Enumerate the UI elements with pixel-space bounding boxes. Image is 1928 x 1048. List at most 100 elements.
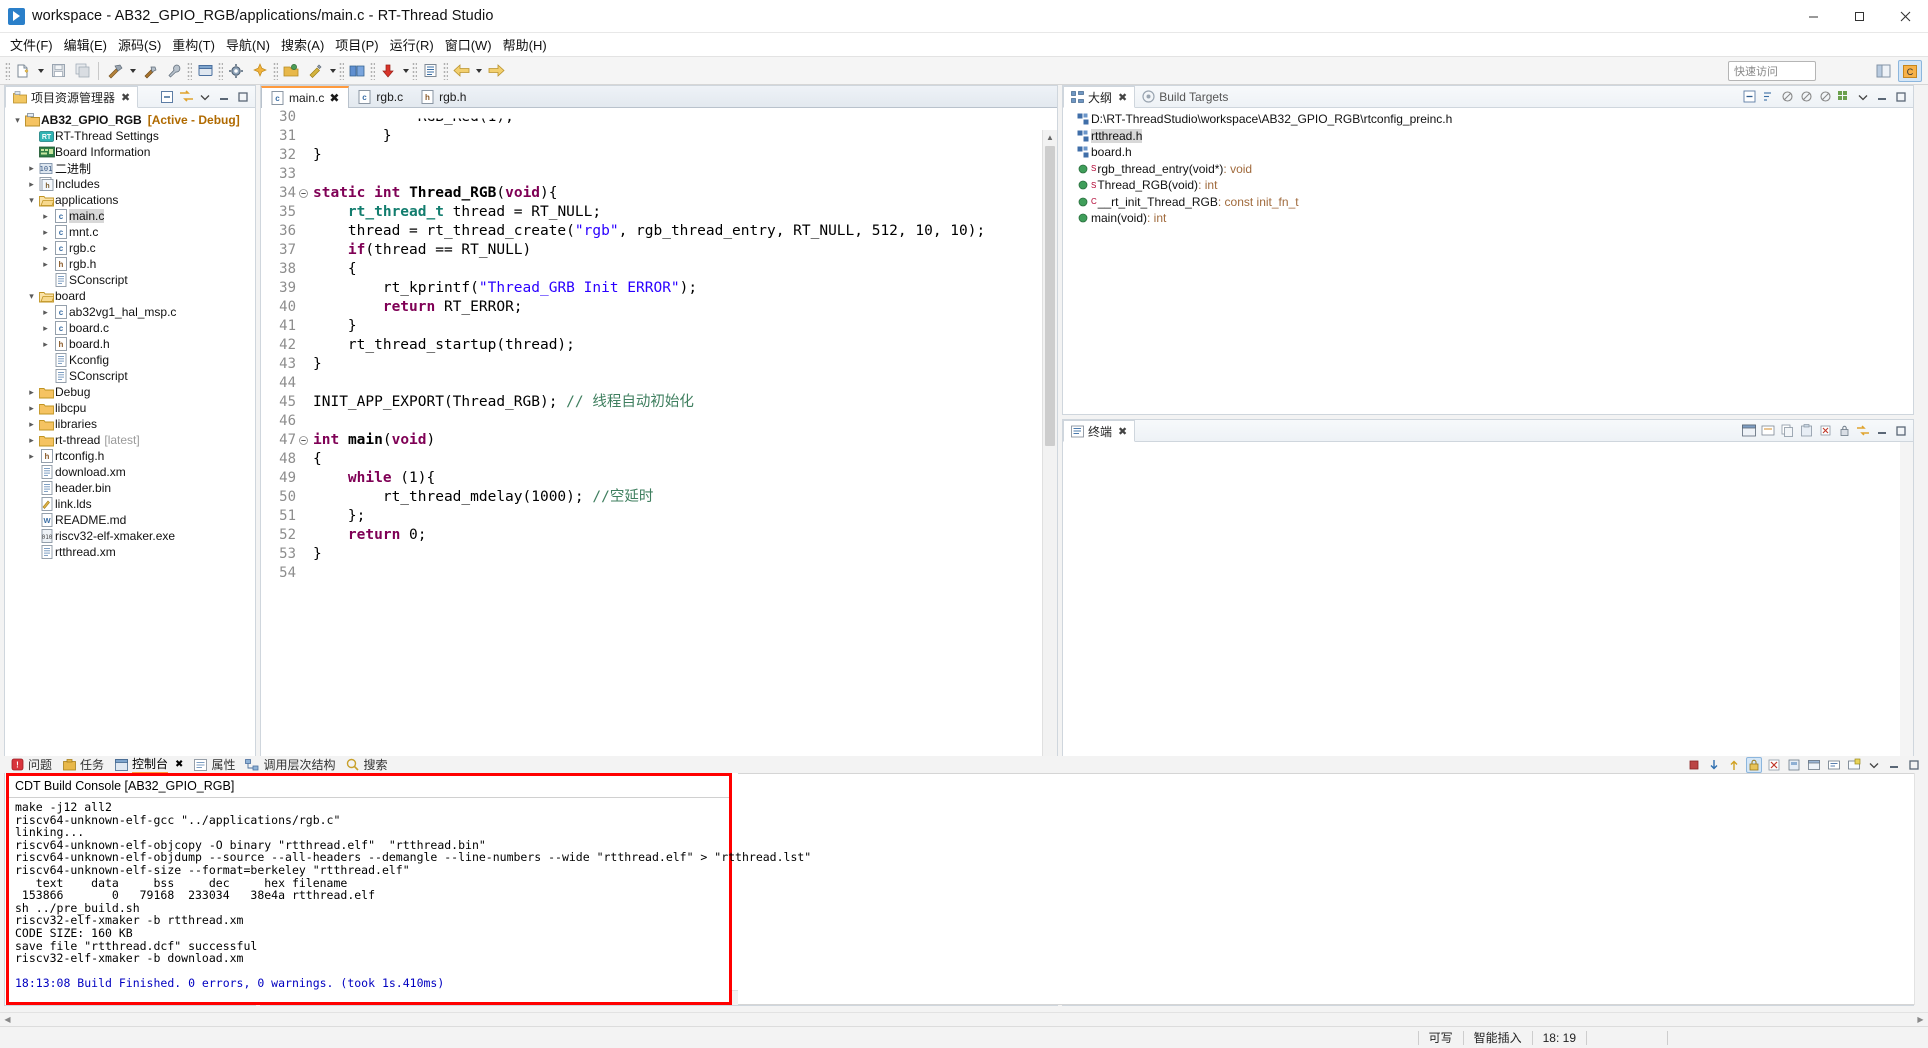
code-line[interactable]: 45 INIT_APP_EXPORT(Thread_RGB); // 线程自动初始… (261, 393, 1042, 412)
toolbar-drag-handle-4[interactable] (273, 61, 278, 80)
code-line[interactable]: 53} (261, 545, 1042, 564)
open-console-icon[interactable] (1826, 757, 1842, 773)
new-file-icon[interactable] (12, 60, 34, 82)
display-console-icon[interactable] (1806, 757, 1822, 773)
collapse-all-icon[interactable] (159, 89, 175, 105)
tree-item-readme.md[interactable]: W README.md (5, 512, 255, 528)
paste-icon[interactable] (1798, 423, 1814, 439)
tree-item-rgb.h[interactable]: h rgb.h (5, 256, 255, 272)
expand-arrow-icon[interactable] (25, 291, 38, 302)
menu-window[interactable]: 窗口(W) (445, 33, 503, 56)
minimize-button[interactable] (1790, 0, 1836, 33)
menu-run[interactable]: 运行(R) (390, 33, 445, 56)
view-menu-icon[interactable] (1855, 89, 1871, 105)
minimize-panel-icon[interactable] (1874, 423, 1890, 439)
minimize-panel-icon[interactable] (216, 89, 232, 105)
outline-item[interactable]: rtthread.h (1069, 128, 1913, 145)
clear-console-icon[interactable] (1766, 757, 1782, 773)
tree-item-sconscript[interactable]: SConscript (5, 368, 255, 384)
wrench-icon[interactable] (163, 60, 185, 82)
close-icon[interactable]: ✖ (329, 91, 339, 105)
code-line[interactable]: 36 thread = rt_thread_create("rgb", rgb_… (261, 222, 1042, 241)
tree-item-main.c[interactable]: c main.c (5, 208, 255, 224)
maximize-panel-icon[interactable] (235, 89, 251, 105)
tree-item-download.xm[interactable]: download.xm (5, 464, 255, 480)
outline-item[interactable]: board.h (1069, 144, 1913, 161)
code-line[interactable]: 46 (261, 412, 1042, 431)
toolbar-drag-handle-7[interactable] (412, 61, 417, 80)
copy-icon[interactable] (1779, 423, 1795, 439)
back-dropdown-icon[interactable] (473, 60, 484, 82)
minimize-panel-icon[interactable] (1886, 757, 1902, 773)
clear-terminal-icon[interactable] (1817, 423, 1833, 439)
code-line[interactable]: 43} (261, 355, 1042, 374)
tree-item-board.h[interactable]: h board.h (5, 336, 255, 352)
outline-item[interactable]: C __rt_init_Thread_RGB : const init_fn_t (1069, 194, 1913, 211)
tree-item-board.c[interactable]: c board.c (5, 320, 255, 336)
toolbar-drag-handle-8[interactable] (443, 61, 448, 80)
menu-search[interactable]: 搜索(A) (281, 33, 335, 56)
save-all-icon[interactable] (71, 60, 93, 82)
code-line[interactable]: 40 return RT_ERROR; (261, 298, 1042, 317)
star-icon[interactable] (249, 60, 271, 82)
expand-arrow-icon[interactable] (25, 435, 38, 446)
build-dropdown-icon[interactable] (127, 60, 138, 82)
sort-icon[interactable] (1760, 89, 1776, 105)
tree-item-libraries[interactable]: libraries (5, 416, 255, 432)
code-line[interactable]: 50 rt_thread_mdelay(1000); //空延时 (261, 488, 1042, 507)
fold-collapse-icon[interactable] (299, 189, 311, 198)
package-icon[interactable] (280, 60, 302, 82)
fold-collapse-icon[interactable] (299, 436, 311, 445)
expand-arrow-icon[interactable] (25, 387, 38, 398)
maximize-panel-icon[interactable] (1906, 757, 1922, 773)
console-tab-0[interactable]: ! 问题 (8, 756, 60, 773)
expand-arrow-icon[interactable] (39, 259, 52, 270)
maximize-panel-icon[interactable] (1893, 89, 1909, 105)
code-line[interactable]: 49 while (1){ (261, 469, 1042, 488)
book-icon[interactable] (346, 60, 368, 82)
code-line[interactable]: 41 } (261, 317, 1042, 336)
outline-tree[interactable]: D:\RT-ThreadStudio\workspace\AB32_GPIO_R… (1063, 108, 1913, 227)
outline-item[interactable]: main(void) : int (1069, 210, 1913, 227)
console-tab-3[interactable]: 属性 (191, 756, 243, 773)
tree-item-libcpu[interactable]: libcpu (5, 400, 255, 416)
tree-item-board-information[interactable]: Board Information (5, 144, 255, 160)
tree-item-mnt.c[interactable]: c mnt.c (5, 224, 255, 240)
open-perspective-button[interactable] (1871, 60, 1895, 82)
expand-arrow-icon[interactable] (39, 211, 52, 222)
new-file-dropdown-icon[interactable] (35, 60, 46, 82)
tree-item-rt-thread[interactable]: rt-thread[latest] (5, 432, 255, 448)
code-line[interactable]: 33 (261, 165, 1042, 184)
code-line[interactable]: 47 int main(void) (261, 431, 1042, 450)
tree-item-sconscript[interactable]: SConscript (5, 272, 255, 288)
code-line[interactable]: 39 rt_kprintf("Thread_GRB Init ERROR"); (261, 279, 1042, 298)
code-line[interactable]: 38 { (261, 260, 1042, 279)
hammer-icon[interactable] (104, 60, 126, 82)
outline-item[interactable]: S Thread_RGB(void) : int (1069, 177, 1913, 194)
new-terminal-icon[interactable] (1741, 423, 1757, 439)
menu-help[interactable]: 帮助(H) (503, 33, 558, 56)
terminal-settings-icon[interactable] (1760, 423, 1776, 439)
download-icon[interactable] (377, 60, 399, 82)
pin-console-icon[interactable] (1786, 757, 1802, 773)
quick-access-input[interactable]: 快速访问 (1728, 61, 1816, 81)
hide-fields-icon[interactable] (1779, 89, 1795, 105)
code-line[interactable]: 54 (261, 564, 1042, 583)
close-icon[interactable]: ✖ (1118, 425, 1127, 438)
expand-arrow-icon[interactable] (39, 323, 52, 334)
tree-item-riscv32-elf-xmaker.exe[interactable]: 010 riscv32-elf-xmaker.exe (5, 528, 255, 544)
download-dropdown-icon[interactable] (400, 60, 411, 82)
scroll-right-icon[interactable]: ▶ (1913, 1015, 1928, 1024)
code-line[interactable]: 48 { (261, 450, 1042, 469)
code-line[interactable]: 37 if(thread == RT_NULL) (261, 241, 1042, 260)
minimize-panel-icon[interactable] (1874, 89, 1890, 105)
expand-arrow-icon[interactable] (25, 403, 38, 414)
expand-arrow-icon[interactable] (39, 307, 52, 318)
back-arrow-icon[interactable] (450, 60, 472, 82)
code-line[interactable]: 31 } (261, 127, 1042, 146)
outline-filter-icon[interactable] (1836, 89, 1852, 105)
code-line[interactable]: 30 RGB_Red(1); (261, 108, 1042, 127)
expand-arrow-icon[interactable] (39, 243, 52, 254)
expand-arrow-icon[interactable] (25, 195, 38, 206)
view-menu-icon[interactable] (197, 89, 213, 105)
